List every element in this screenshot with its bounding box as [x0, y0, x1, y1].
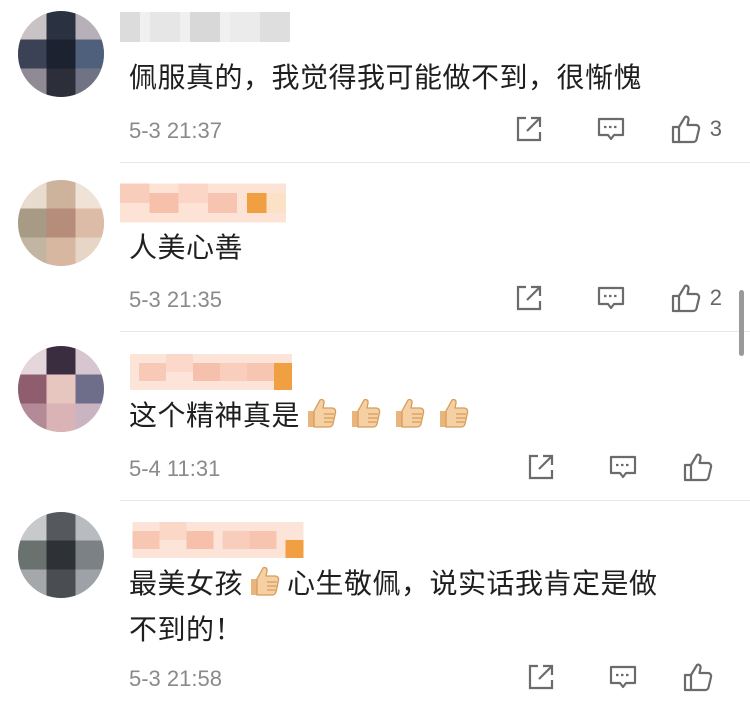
like-button[interactable] — [682, 661, 722, 693]
share-icon — [514, 283, 544, 313]
share-button[interactable] — [514, 283, 544, 313]
share-icon — [514, 114, 544, 144]
share-button[interactable] — [526, 452, 556, 482]
reply-button[interactable] — [608, 662, 638, 692]
comment-time: 5-3 21:35 — [129, 287, 222, 312]
thumbs-up-icon — [682, 661, 714, 693]
thumbs-up-emoji — [436, 395, 472, 431]
reply-button[interactable] — [596, 283, 626, 313]
comment-item: 佩服真的，我觉得我可能做不到，很惭愧 5-3 21:37 3 — [0, 0, 750, 163]
share-button[interactable] — [526, 662, 556, 692]
share-button[interactable] — [514, 114, 544, 144]
comment-line-2: 不到的！ — [129, 613, 244, 646]
comment-text-part1: 最美女孩 — [129, 567, 244, 600]
like-count: 2 — [709, 285, 722, 310]
thumbs-up-icon — [670, 113, 702, 145]
username-masked[interactable] — [120, 12, 290, 42]
thumbs-up-icon — [682, 451, 714, 483]
comment-text: 佩服真的，我觉得我可能做不到，很惭愧 — [129, 61, 643, 94]
comment-icon — [608, 662, 638, 692]
comment-actions — [526, 450, 722, 484]
comment-time: 5-3 21:37 — [129, 118, 222, 143]
share-icon — [526, 662, 556, 692]
username-masked[interactable] — [120, 354, 302, 390]
comment-text: 这个精神真是 — [129, 394, 476, 438]
like-button[interactable] — [682, 451, 722, 483]
comment-text-part2: 心生敬佩，说实话我肯定是做 — [287, 567, 658, 600]
comment-time: 5-4 11:31 — [129, 456, 221, 481]
username-masked[interactable] — [120, 183, 286, 223]
thumbs-up-emoji-group — [300, 399, 476, 432]
comment-text: 最美女孩 心生敬佩，说实话我肯定是做 不到的！ — [129, 562, 719, 652]
divider — [120, 162, 750, 163]
reply-button[interactable] — [596, 114, 626, 144]
comment-actions: 3 — [514, 112, 722, 146]
comment-icon — [608, 452, 638, 482]
like-button[interactable]: 2 — [670, 282, 722, 314]
divider — [120, 331, 750, 332]
comment-icon — [596, 283, 626, 313]
share-icon — [526, 452, 556, 482]
comment-icon — [596, 114, 626, 144]
divider — [120, 500, 750, 501]
comment-actions — [526, 660, 722, 694]
thumbs-up-emoji — [304, 395, 340, 431]
avatar[interactable] — [18, 180, 104, 266]
thumbs-up-emoji — [247, 563, 283, 599]
like-count: 3 — [709, 116, 722, 141]
comment-text-body: 这个精神真是 — [129, 399, 301, 432]
thumbs-up-emoji — [392, 395, 428, 431]
avatar[interactable] — [18, 346, 104, 432]
avatar[interactable] — [18, 11, 104, 97]
comment-actions: 2 — [514, 281, 722, 315]
comment-text: 人美心善 — [129, 231, 244, 264]
comment-line-1: 最美女孩 心生敬佩，说实话我肯定是做 — [129, 562, 719, 606]
reply-button[interactable] — [608, 452, 638, 482]
like-button[interactable]: 3 — [670, 113, 722, 145]
comment-time: 5-3 21:58 — [129, 666, 222, 691]
username-masked[interactable] — [120, 522, 316, 558]
thumbs-up-icon — [670, 282, 702, 314]
avatar[interactable] — [18, 512, 104, 598]
scrollbar[interactable] — [739, 290, 744, 356]
thumbs-up-emoji — [348, 395, 384, 431]
